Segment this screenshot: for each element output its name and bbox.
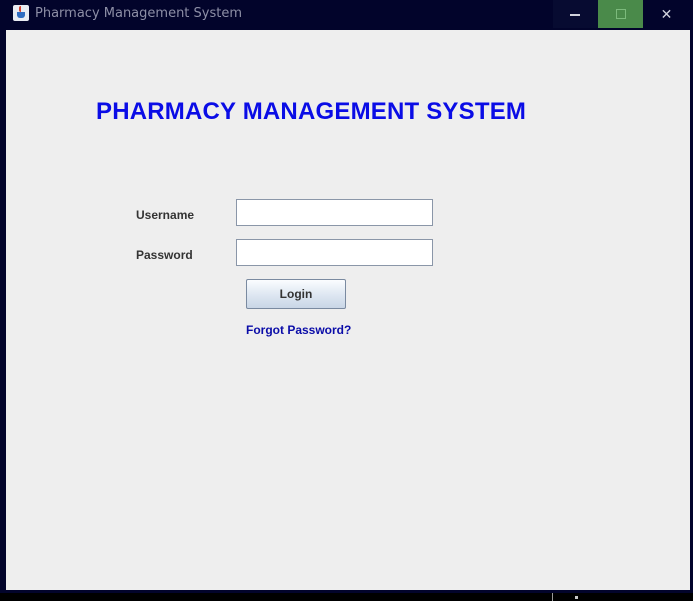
- username-label: Username: [136, 208, 195, 222]
- java-cup-shape: [17, 12, 25, 18]
- close-button[interactable]: ✕: [644, 0, 689, 28]
- window-title: Pharmacy Management System: [35, 6, 243, 21]
- app-window: Pharmacy Management System ✕ PHARMACY MA…: [0, 0, 693, 601]
- login-button[interactable]: Login: [246, 279, 346, 309]
- page-title: PHARMACY MANAGEMENT SYSTEM: [96, 98, 527, 125]
- background-text-fragment: [588, 590, 668, 596]
- minimize-icon: [570, 14, 580, 16]
- title-bar[interactable]: Pharmacy Management System ✕: [0, 0, 693, 28]
- forgot-password-link[interactable]: Forgot Password?: [246, 323, 351, 337]
- password-label: Password: [136, 248, 193, 262]
- login-panel: PHARMACY MANAGEMENT SYSTEM Username Pass…: [6, 30, 690, 590]
- minimize-button[interactable]: [553, 0, 598, 28]
- maximize-icon: [616, 9, 626, 19]
- close-icon: ✕: [660, 6, 673, 22]
- maximize-button[interactable]: [598, 0, 643, 28]
- java-app-icon: [13, 5, 29, 21]
- password-field[interactable]: [236, 239, 433, 266]
- background-divider: [552, 593, 553, 601]
- background-window-edge: [0, 593, 693, 601]
- username-field[interactable]: [236, 199, 433, 226]
- background-bullet: [575, 596, 578, 599]
